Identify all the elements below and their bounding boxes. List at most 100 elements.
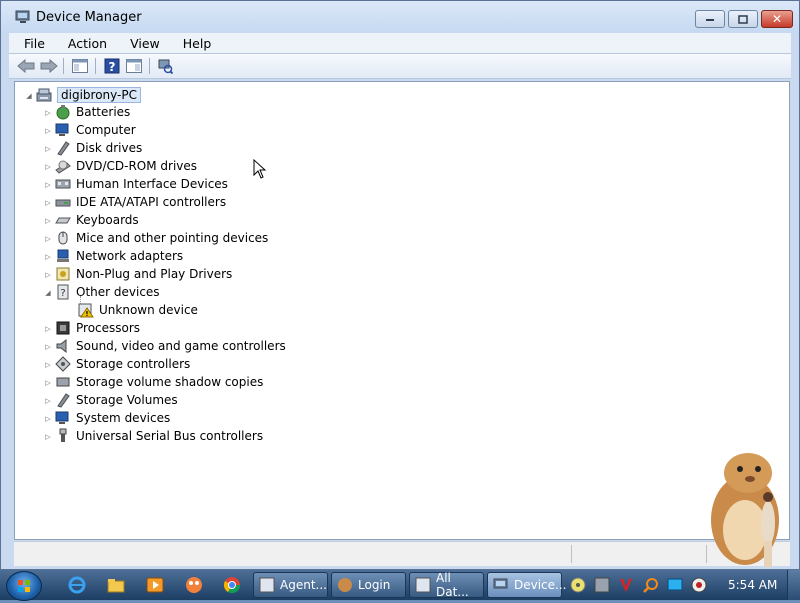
expand-arrow-icon[interactable]: ▷ (44, 433, 52, 441)
expand-arrow-icon[interactable]: ▷ (44, 343, 52, 351)
tray-search-icon[interactable] (643, 577, 659, 593)
taskbar-task-all-data[interactable]: All Dat... (409, 571, 484, 599)
tree-item-system-devices[interactable]: System devices (55, 409, 170, 427)
device-manager-task-icon (493, 578, 508, 589)
expand-arrow-icon[interactable]: ▷ (44, 109, 52, 117)
minimize-button[interactable] (695, 10, 725, 28)
tray-disc-icon[interactable] (570, 577, 586, 593)
device-manager-icon (15, 10, 30, 23)
scan-hardware-button[interactable] (156, 57, 174, 75)
collapse-arrow-icon[interactable]: ◢ (25, 92, 33, 100)
properties-button[interactable] (125, 57, 143, 75)
window-title: Device Manager (36, 10, 142, 25)
tree-item-label: Universal Serial Bus controllers (76, 429, 264, 443)
menu-file[interactable]: File (9, 36, 54, 51)
expand-arrow-icon[interactable]: ▷ (44, 217, 52, 225)
expand-arrow-icon[interactable]: ▷ (44, 127, 52, 135)
expand-arrow-icon[interactable]: ▷ (44, 253, 52, 261)
menu-help[interactable]: Help (169, 36, 221, 51)
task-label: Login (358, 578, 391, 592)
computer-icon (55, 122, 71, 138)
ide-controller-icon (55, 194, 71, 210)
tree-item-label: Human Interface Devices (76, 177, 228, 191)
title-bar[interactable]: Device Manager ✕ (1, 1, 799, 33)
tray-antivirus-icon[interactable] (618, 577, 634, 593)
expand-arrow-icon[interactable]: ▷ (44, 379, 52, 387)
tree-item-keyboards[interactable]: Keyboards (55, 211, 139, 229)
expand-arrow-icon[interactable]: ▷ (44, 163, 52, 171)
forward-arrow-icon (40, 59, 58, 73)
taskbar-clock[interactable]: 5:54 AM (728, 578, 777, 592)
tree-item-batteries[interactable]: Batteries (55, 103, 130, 121)
windows-logo-icon (18, 580, 30, 592)
tree-item-processors[interactable]: Processors (55, 319, 140, 337)
close-button[interactable]: ✕ (761, 10, 793, 28)
minimize-icon (706, 19, 714, 21)
tree-item-storage-controllers[interactable]: Storage controllers (55, 355, 190, 373)
tree-item-shadow-copies[interactable]: Storage volume shadow copies (55, 373, 263, 391)
expand-arrow-icon[interactable]: ▷ (44, 361, 52, 369)
expand-arrow-icon[interactable]: ▷ (44, 235, 52, 243)
chrome-icon[interactable] (223, 576, 241, 594)
tree-item-network[interactable]: Network adapters (55, 247, 183, 265)
tree-item-label: Non-Plug and Play Drivers (76, 267, 233, 281)
internet-explorer-icon[interactable] (68, 576, 86, 594)
collapse-arrow-icon[interactable]: ◢ (44, 289, 52, 297)
taskbar-task-agent[interactable]: Agent... (253, 572, 328, 598)
tree-item-label: DVD/CD-ROM drives (76, 159, 198, 173)
taskbar: Agent... Login All Dat... Device... 5:54… (0, 570, 800, 601)
expand-arrow-icon[interactable]: ▷ (44, 415, 52, 423)
agent-window-icon (259, 577, 275, 593)
tree-item-hid[interactable]: Human Interface Devices (55, 175, 228, 193)
back-button[interactable] (17, 57, 35, 75)
expand-arrow-icon[interactable]: ▷ (44, 145, 52, 153)
expand-arrow-icon[interactable]: ▷ (44, 325, 52, 333)
taskbar-task-device-manager[interactable]: Device... (487, 572, 566, 598)
tray-volume-icon[interactable] (691, 577, 707, 593)
tree-item-unknown-device[interactable]: Unknown device (78, 301, 198, 319)
tree-item-non-pnp[interactable]: Non-Plug and Play Drivers (55, 265, 232, 283)
system-device-icon (55, 410, 71, 426)
tree-item-label: Batteries (76, 105, 131, 119)
tree-item-other-devices[interactable]: ? Other devices (55, 283, 160, 301)
tree-item-ide[interactable]: IDE ATA/ATAPI controllers (55, 193, 226, 211)
tree-item-label: Unknown device (99, 303, 198, 317)
tree-item-usb[interactable]: Universal Serial Bus controllers (55, 427, 263, 445)
tray-display-icon[interactable] (667, 577, 683, 593)
tree-item-label: System devices (76, 411, 171, 425)
explorer-folder-icon[interactable] (107, 576, 125, 594)
maximize-button[interactable] (728, 10, 758, 28)
other-devices-icon: ? (55, 284, 71, 300)
menu-view[interactable]: View (116, 36, 169, 51)
forward-button[interactable] (40, 57, 58, 75)
tree-item-disk-drives[interactable]: Disk drives (55, 139, 142, 157)
tree-item-computer[interactable]: Computer (55, 121, 136, 139)
tree-item-dvd-drives[interactable]: DVD/CD-ROM drives (55, 157, 197, 175)
media-player-icon[interactable] (146, 576, 164, 594)
expand-arrow-icon[interactable]: ▷ (44, 181, 52, 189)
status-bar (14, 541, 790, 566)
tree-item-mice[interactable]: Mice and other pointing devices (55, 229, 268, 247)
tree-item-label: Storage volume shadow copies (76, 375, 264, 389)
tree-item-sound[interactable]: Sound, video and game controllers (55, 337, 286, 355)
expand-arrow-icon[interactable]: ▷ (44, 271, 52, 279)
maximize-icon (738, 14, 748, 24)
tree-item-label: Storage controllers (76, 357, 191, 371)
mouse-icon (55, 230, 71, 246)
expand-arrow-icon[interactable]: ▷ (44, 397, 52, 405)
expand-arrow-icon[interactable]: ▷ (44, 199, 52, 207)
taskbar-task-login[interactable]: Login (331, 572, 406, 598)
scan-hardware-icon (158, 59, 173, 74)
show-desktop-button[interactable] (787, 570, 800, 600)
tree-root[interactable]: digibrony-PC (36, 86, 141, 104)
menu-action[interactable]: Action (54, 36, 116, 51)
help-button[interactable]: ? (103, 57, 121, 75)
show-hide-console-tree-button[interactable] (71, 57, 89, 75)
desktop-mascot-image (711, 453, 779, 567)
tree-root-label: digibrony-PC (57, 87, 141, 103)
tray-network-icon[interactable] (594, 577, 610, 593)
start-button[interactable] (6, 571, 42, 601)
paint-app-icon[interactable] (185, 576, 203, 594)
tree-item-storage-volumes[interactable]: Storage Volumes (55, 391, 178, 409)
menu-bar: File Action View Help (9, 33, 791, 54)
